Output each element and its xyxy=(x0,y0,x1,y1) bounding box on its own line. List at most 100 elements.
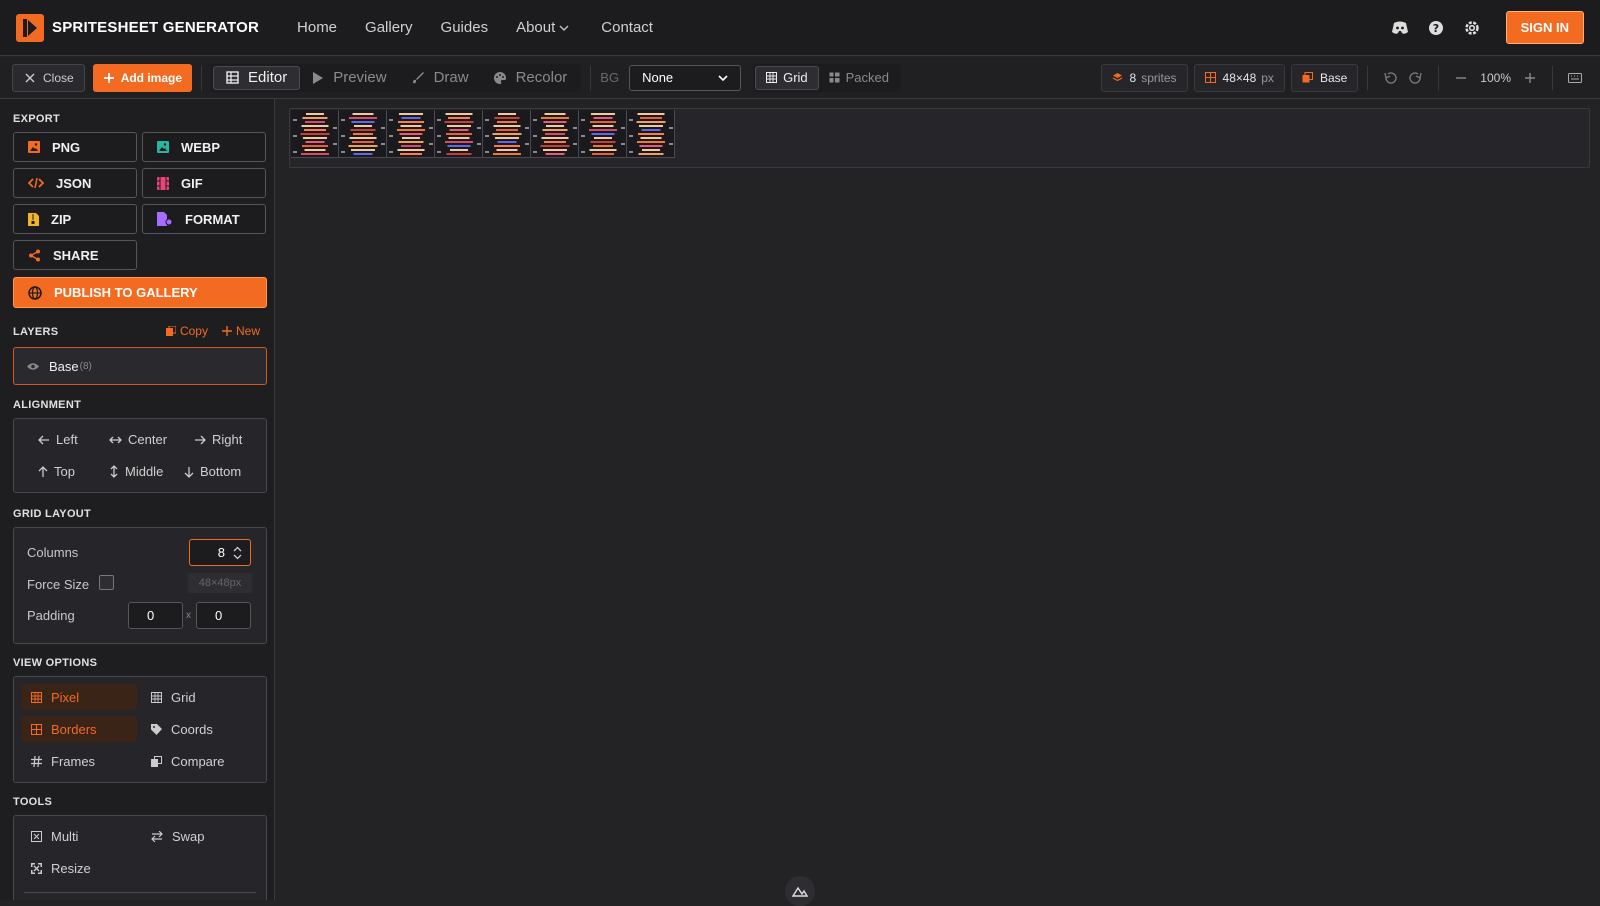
export-webp-button[interactable]: WEBP xyxy=(142,132,266,162)
nav-about[interactable]: About xyxy=(516,19,573,36)
view-coords-toggle[interactable]: Coords xyxy=(141,716,257,742)
align-center-button[interactable]: Center xyxy=(109,432,167,447)
force-size-checkbox[interactable] xyxy=(99,575,114,590)
sign-in-button[interactable]: SIGN IN xyxy=(1505,11,1584,44)
zip-file-icon xyxy=(28,212,39,226)
nav-gallery[interactable]: Gallery xyxy=(365,19,413,36)
redo-button[interactable] xyxy=(1403,65,1429,91)
brand[interactable]: SPRITESHEET GENERATOR xyxy=(16,13,260,42)
align-top-button[interactable]: Top xyxy=(38,464,75,479)
file-settings-icon xyxy=(157,212,173,226)
sprite-count-label: sprites xyxy=(1141,70,1177,85)
share-label: SHARE xyxy=(53,247,99,263)
canvas-area[interactable] xyxy=(275,99,1600,906)
export-png-button[interactable]: PNG xyxy=(13,132,137,162)
sprite-frame[interactable] xyxy=(579,110,627,158)
view-pixel-toggle[interactable]: Pixel xyxy=(21,684,137,710)
tab-preview-label: Preview xyxy=(333,69,387,86)
brand-name: SPRITESHEET GENERATOR xyxy=(52,19,260,36)
sprite-frame[interactable] xyxy=(435,110,483,158)
copy-layer-button[interactable]: Copy xyxy=(165,324,208,338)
sprite-frame[interactable] xyxy=(291,110,339,158)
keyboard-shortcuts-button[interactable] xyxy=(1562,65,1588,91)
layer-item-base[interactable]: Base (8) xyxy=(13,347,267,385)
export-json-label: JSON xyxy=(56,175,92,191)
tool-swap-button[interactable]: Swap xyxy=(141,823,257,849)
new-layer-button[interactable]: New xyxy=(221,324,260,338)
sprite-frame[interactable] xyxy=(627,110,675,158)
export-format-button[interactable]: FORMAT xyxy=(142,204,266,234)
publish-to-gallery-button[interactable]: PUBLISH TO GALLERY xyxy=(13,277,267,308)
grid-layout-panel: Columns 8 Force Size 48×48px Padding 0 x… xyxy=(13,527,267,644)
view-compare-toggle[interactable]: Compare xyxy=(141,748,257,774)
globe-icon xyxy=(28,285,42,300)
nuxt-devtools-icon[interactable] xyxy=(785,876,815,906)
compare-icon xyxy=(151,755,162,767)
spritesheet-preview[interactable] xyxy=(289,108,1590,168)
view-compare-label: Compare xyxy=(171,753,225,769)
settings-gear-icon[interactable] xyxy=(1459,15,1485,41)
tool-multi-button[interactable]: Multi xyxy=(21,823,137,849)
eye-icon[interactable] xyxy=(27,362,39,371)
top-navbar: SPRITESHEET GENERATOR Home Gallery Guide… xyxy=(0,0,1600,56)
layout-grid-button[interactable]: Grid xyxy=(755,65,819,90)
tab-preview[interactable]: Preview xyxy=(300,66,398,90)
background-select[interactable]: None xyxy=(629,64,742,91)
undo-button[interactable] xyxy=(1377,65,1403,91)
export-json-button[interactable]: JSON xyxy=(13,168,137,198)
align-left-label: Left xyxy=(56,432,78,447)
close-icon xyxy=(25,73,35,82)
layer-name: Base xyxy=(49,358,79,374)
layout-packed-button[interactable]: Packed xyxy=(819,66,899,90)
export-webp-label: WEBP xyxy=(181,139,220,155)
plus-icon xyxy=(103,72,114,83)
view-borders-toggle[interactable]: Borders xyxy=(21,716,137,742)
tab-recolor[interactable]: Recolor xyxy=(481,66,580,90)
zoom-out-button[interactable] xyxy=(1448,65,1474,91)
help-icon[interactable]: ? xyxy=(1423,15,1449,41)
discord-icon[interactable] xyxy=(1387,15,1413,41)
tool-resize-button[interactable]: Resize xyxy=(21,855,137,881)
sprite-frame[interactable] xyxy=(387,110,435,158)
align-right-button[interactable]: Right xyxy=(194,432,242,447)
sprite-thumbnail xyxy=(485,113,529,155)
share-button[interactable]: SHARE xyxy=(13,240,137,270)
padding-x-value: 0 xyxy=(147,608,155,623)
nav-home[interactable]: Home xyxy=(297,19,337,36)
tab-editor[interactable]: Editor xyxy=(213,65,301,90)
sprite-frame[interactable] xyxy=(531,110,579,158)
sprite-frame[interactable] xyxy=(339,110,387,158)
sprite-frame[interactable] xyxy=(483,110,531,158)
export-gif-button[interactable]: GIF xyxy=(142,168,266,198)
tools-section-title: TOOLS xyxy=(13,796,53,808)
columns-input[interactable]: 8 xyxy=(189,539,251,566)
align-left-button[interactable]: Left xyxy=(38,432,78,447)
view-frames-toggle[interactable]: Frames xyxy=(21,748,137,774)
export-zip-button[interactable]: ZIP xyxy=(13,204,137,234)
align-middle-button[interactable]: Middle xyxy=(109,464,163,479)
align-middle-label: Middle xyxy=(125,464,164,479)
view-borders-label: Borders xyxy=(51,721,97,737)
grid-icon xyxy=(151,691,162,703)
nav-guides[interactable]: Guides xyxy=(441,19,489,36)
active-layer-badge[interactable]: Base xyxy=(1290,63,1359,92)
nav-contact[interactable]: Contact xyxy=(601,19,653,36)
sprite-count-badge: 8 sprites xyxy=(1100,63,1188,92)
add-image-button[interactable]: Add image xyxy=(92,63,193,92)
tab-draw[interactable]: Draw xyxy=(399,66,481,90)
align-bottom-button[interactable]: Bottom xyxy=(184,464,241,479)
view-grid-toggle[interactable]: Grid xyxy=(141,684,257,710)
nav-about-label: About xyxy=(516,19,556,36)
zoom-in-button[interactable] xyxy=(1517,65,1543,91)
padding-label: Padding xyxy=(27,608,75,623)
tab-editor-label: Editor xyxy=(248,69,288,86)
sprite-size-value: 48×48 xyxy=(1222,70,1257,85)
pixel-grid-icon xyxy=(31,691,42,703)
close-button[interactable]: Close xyxy=(12,63,85,92)
copy-layer-label: Copy xyxy=(179,324,208,338)
tool-resize-label: Resize xyxy=(51,860,91,876)
stepper-icon[interactable] xyxy=(233,546,242,560)
palette-icon xyxy=(493,71,506,84)
padding-y-input[interactable]: 0 xyxy=(196,602,251,629)
padding-x-input[interactable]: 0 xyxy=(128,602,183,629)
